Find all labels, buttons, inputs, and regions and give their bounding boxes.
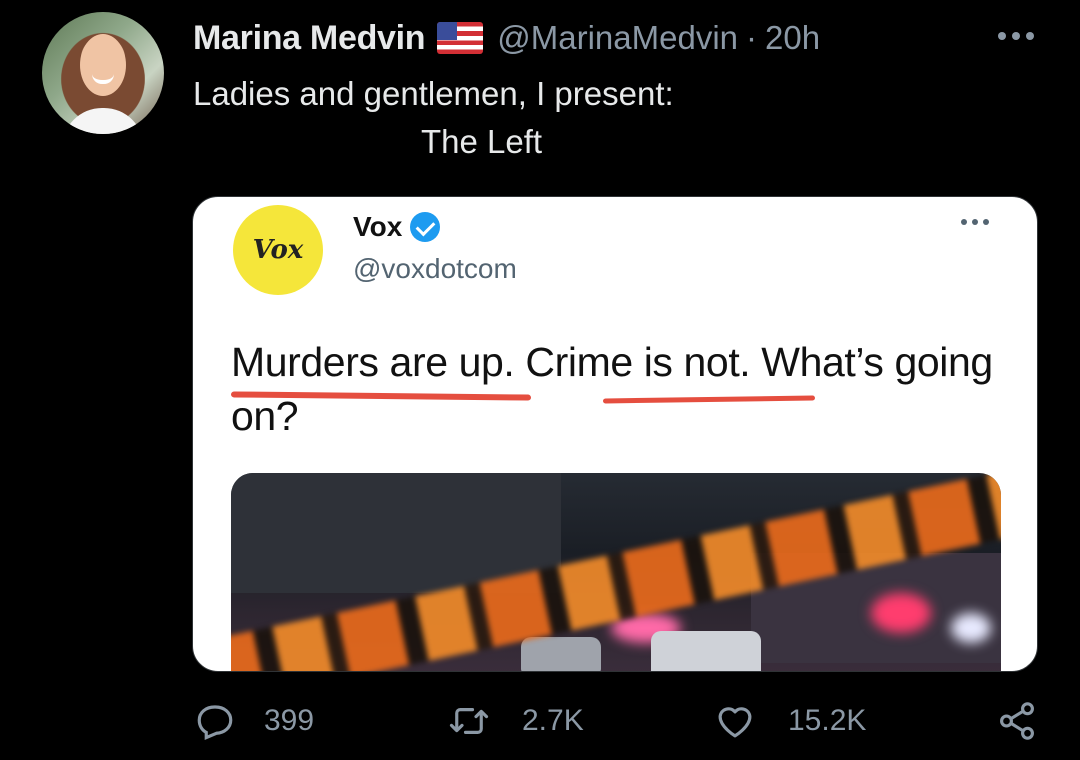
reply-button[interactable]: 399 [194,700,314,742]
like-button[interactable]: 15.2K [714,700,866,742]
author-name[interactable]: Marina Medvin [193,19,426,58]
tweet-text-line2: The Left [421,123,543,160]
tweet-timestamp[interactable]: 20h [765,19,820,57]
quoted-author-handle: @voxdotcom [353,253,517,284]
avatar-face [80,34,126,96]
verified-badge-icon [410,212,441,242]
share-nodes-icon [1000,702,1034,740]
separator-dot: · [746,19,758,56]
avatar-shirt [62,108,144,134]
tweet-text-line1: Ladies and gentlemen, I present: [193,75,674,112]
reply-count: 399 [264,704,315,737]
author-handle[interactable]: @MarinaMedvin [497,19,738,57]
share-button[interactable] [996,700,1038,742]
retweet-button[interactable]: 2.7K [448,700,584,742]
retweet-count: 2.7K [522,704,584,737]
police-car [651,631,761,671]
author-avatar[interactable] [42,12,164,134]
crime-scene-photo[interactable] [231,473,1001,671]
heart-icon [718,707,752,738]
retweet-arrows-icon [449,708,489,734]
quoted-headline: Murders are up. Crime is not. What’s goi… [231,339,993,439]
quoted-ellipsis-icon[interactable] [961,219,989,225]
quoted-author-name: Vox [353,211,403,242]
tweet-actions: 399 2.7K 15.2K [0,700,1080,754]
speech-bubble-icon [197,705,233,741]
us-flag-icon [437,22,484,54]
street-light [951,613,991,643]
ellipsis-icon[interactable] [998,26,1038,46]
vox-logo[interactable]: Vox [233,205,323,295]
quoted-author[interactable]: Vox [353,211,441,243]
police-light [871,593,931,633]
quoted-tweet-card[interactable]: Vox Vox @voxdotcom Murders are up. Crime… [192,196,1038,672]
parked-car [521,637,601,671]
tweet-text: Ladies and gentlemen, I present: The Lef… [193,70,674,166]
tweet-header: Marina Medvin @MarinaMedvin · 20h [193,16,820,60]
like-count: 15.2K [788,704,867,737]
